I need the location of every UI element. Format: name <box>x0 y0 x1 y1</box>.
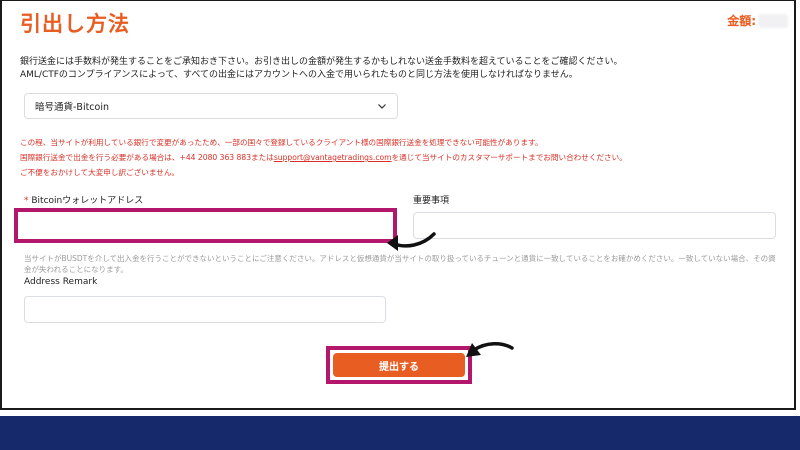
wallet-address-input[interactable] <box>14 208 397 243</box>
aml-notice-line: AML/CTFのコンプライアンスによって、すべての出金にはアカウントへの入金で用… <box>20 70 578 80</box>
amount-display: 金額: <box>727 12 788 29</box>
wallet-address-label: * Bitcoinウォレットアドレス <box>24 193 143 206</box>
support-email-link[interactable]: support@vantagetradings.com <box>274 153 392 162</box>
annotation-arrow-icon <box>387 232 436 251</box>
memo-label: 重要事項 <box>413 196 450 206</box>
bank-warning: この程、当サイトが利用している銀行で変更があったため、一部の国々で登録しているク… <box>20 135 780 180</box>
footer-band <box>0 416 800 450</box>
withdrawal-method-value: 暗号通貨-Bitcoin <box>35 102 110 113</box>
warning-line: ご不便をおかけして大変申し訳ございません。 <box>20 168 180 177</box>
memo-input[interactable] <box>413 212 776 239</box>
wallet-address-label-text: Bitcoinウォレットアドレス <box>31 196 144 206</box>
address-remark-label: Address Remark <box>24 277 98 287</box>
withdrawal-method-select[interactable]: 暗号通貨-Bitcoin <box>24 93 398 119</box>
submit-highlight: 提出する <box>326 346 472 384</box>
fee-notice-line: 銀行送金には手数料が発生することをご承知おき下さい。お引き出しの金額が発生するか… <box>20 57 623 67</box>
fee-notice: 銀行送金には手数料が発生することをご承知おき下さい。お引き出しの金額が発生するか… <box>20 56 780 82</box>
page-title: 引出し方法 <box>20 12 130 36</box>
submit-button[interactable]: 提出する <box>333 353 465 377</box>
required-mark: * <box>24 196 29 206</box>
amount-value-redacted <box>758 13 788 28</box>
warning-contact-text: 国際銀行送金で出金を行う必要がある場合は、+44 2080 363 883または <box>20 153 274 162</box>
warning-line: この程、当サイトが利用している銀行で変更があったため、一部の国々で登録しているク… <box>20 138 543 147</box>
warning-contact-suffix: を通じて当サイトのカスタマーサポートまでお問い合わせください。 <box>391 153 627 162</box>
address-remark-input[interactable] <box>24 296 386 323</box>
wallet-helper-text: 当サイトがBUSDTを介して出入金を行うことができないということにご注意ください… <box>24 254 776 274</box>
warning-line: 国際銀行送金で出金を行う必要がある場合は、+44 2080 363 883または… <box>20 150 780 165</box>
amount-label: 金額: <box>727 14 756 28</box>
chevron-down-icon <box>378 104 386 109</box>
annotation-arrow-icon <box>466 342 514 357</box>
